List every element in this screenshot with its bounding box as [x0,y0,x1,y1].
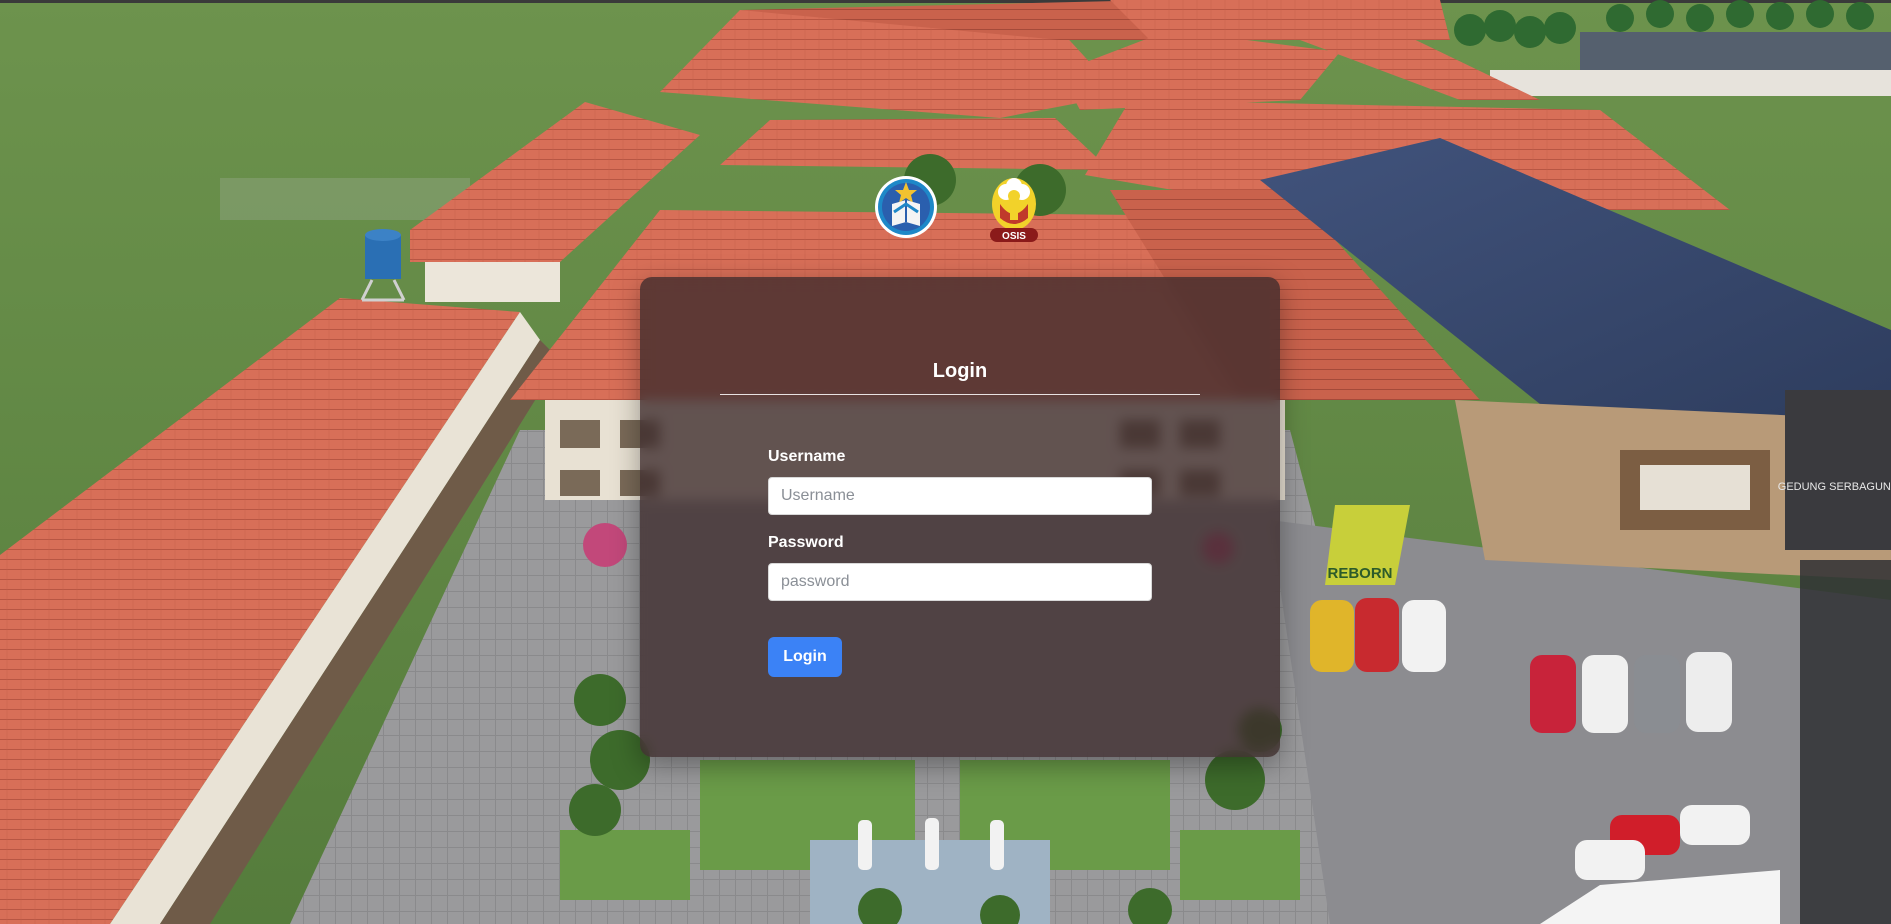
login-card: Login Username Password Login [640,277,1280,757]
title-divider [720,394,1200,395]
login-title: Login [932,360,988,382]
username-label: Username [768,448,846,465]
password-input[interactable] [768,563,1152,601]
login-button[interactable]: Login [768,637,842,677]
osis-emblem-text: OSIS [1002,231,1026,242]
reborn-banner-text: REBORN [1327,565,1392,582]
password-label: Password [768,534,844,551]
school-logos: OSIS [874,174,1046,244]
username-input[interactable] [768,477,1152,515]
osis-emblem-icon: OSIS [990,178,1038,242]
school-crest-icon [875,176,937,238]
hall-sign-text: GEDUNG SERBAGUNA [1778,481,1891,493]
